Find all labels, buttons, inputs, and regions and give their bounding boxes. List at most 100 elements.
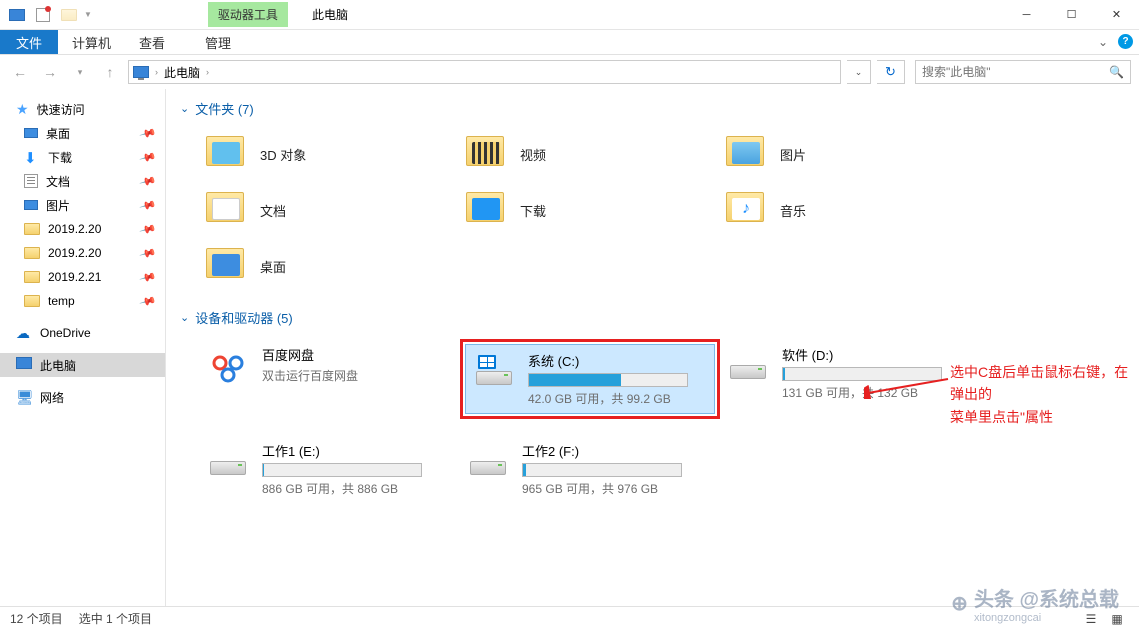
- drive-e-work1[interactable]: 工作1 (E:) 886 GB 可用，共 886 GB: [200, 435, 460, 503]
- pictures-icon: [24, 200, 38, 210]
- group-title: 设备和驱动器 (5): [195, 308, 293, 327]
- pin-icon: 📌: [139, 244, 157, 262]
- chevron-down-icon: ⌄: [180, 102, 189, 115]
- pin-icon: 📌: [139, 124, 157, 142]
- sidebar-documents[interactable]: 文档📌: [0, 169, 165, 193]
- refresh-button[interactable]: ↻: [877, 60, 905, 84]
- drive-usage-bar: [262, 463, 422, 477]
- drive-icon: [466, 443, 510, 479]
- drive-c-system[interactable]: 系统 (C:) 42.0 GB 可用，共 99.2 GB: [465, 344, 715, 414]
- sidebar-label: 快速访问: [37, 101, 85, 118]
- window-controls: ─ ☐ ✕: [1004, 0, 1139, 30]
- recent-dropdown-icon[interactable]: ▾: [68, 60, 92, 84]
- address-bar[interactable]: › 此电脑 ›: [128, 60, 841, 84]
- tab-computer[interactable]: 计算机: [58, 30, 125, 54]
- breadcrumb-this-pc[interactable]: 此电脑: [164, 64, 200, 81]
- drive-f-work2[interactable]: 工作2 (F:) 965 GB 可用，共 976 GB: [460, 435, 720, 503]
- sidebar-label: 此电脑: [40, 357, 76, 374]
- drive-subtitle: 双击运行百度网盘: [262, 367, 454, 384]
- properties-icon[interactable]: [32, 4, 54, 26]
- folder-icon: [724, 134, 768, 174]
- drive-name: 百度网盘: [262, 345, 454, 364]
- main-area: ★ 快速访问 桌面📌 ⬇下载📌 文档📌 图片📌 2019.2.20📌 2019.…: [0, 89, 1139, 609]
- sidebar-onedrive[interactable]: ☁OneDrive: [0, 321, 165, 345]
- watermark-logo-icon: ⊕: [951, 591, 968, 616]
- annotation-line: 菜单里点击"属性: [950, 406, 1139, 428]
- folder-icon: [464, 134, 508, 174]
- group-header-folders[interactable]: ⌄ 文件夹 (7): [180, 99, 1125, 118]
- window-title: 此电脑: [312, 6, 348, 23]
- sidebar-quick-access[interactable]: ★ 快速访问: [0, 97, 165, 121]
- sidebar-label: 下载: [48, 149, 72, 166]
- group-header-drives[interactable]: ⌄ 设备和驱动器 (5): [180, 308, 1125, 327]
- sidebar-network[interactable]: 🖥网络: [0, 385, 165, 409]
- sidebar-folder[interactable]: temp📌: [0, 289, 165, 313]
- pc-icon: [16, 357, 32, 373]
- sidebar-this-pc[interactable]: 此电脑: [0, 353, 165, 377]
- forward-button[interactable]: →: [38, 60, 62, 84]
- help-icon[interactable]: ?: [1118, 34, 1133, 49]
- drive-usage-bar: [528, 373, 688, 387]
- folder-downloads[interactable]: 下载: [460, 186, 720, 234]
- tab-view[interactable]: 查看: [125, 30, 179, 54]
- sidebar-folder[interactable]: 2019.2.20📌: [0, 217, 165, 241]
- back-button[interactable]: ←: [8, 60, 32, 84]
- drive-icon: [206, 443, 250, 479]
- folder-label: 桌面: [260, 257, 286, 276]
- qat-dropdown-icon[interactable]: ▼: [84, 10, 92, 19]
- new-folder-icon[interactable]: [58, 4, 80, 26]
- drive-icon: [472, 353, 516, 389]
- pin-icon: 📌: [139, 292, 157, 310]
- up-button[interactable]: ↑: [98, 60, 122, 84]
- folder-icon: [204, 134, 248, 174]
- folder-music[interactable]: ♪音乐: [720, 186, 980, 234]
- folder-label: 图片: [780, 145, 806, 164]
- folder-desktop[interactable]: 桌面: [200, 242, 460, 290]
- drive-usage-bar: [522, 463, 682, 477]
- folder-documents[interactable]: 文档: [200, 186, 460, 234]
- tab-manage[interactable]: 管理: [187, 30, 249, 54]
- pc-icon: [133, 66, 149, 78]
- title-bar: ▼ 驱动器工具 此电脑 ─ ☐ ✕: [0, 0, 1139, 30]
- drive-baidu[interactable]: 百度网盘 双击运行百度网盘: [200, 339, 460, 419]
- annotation-text: 选中C盘后单击鼠标右键，在弹出的 菜单里点击"属性: [950, 361, 1139, 428]
- sidebar-folder[interactable]: 2019.2.20📌: [0, 241, 165, 265]
- folder-grid: 3D 对象 视频 图片 文档 下载 ♪音乐 桌面: [200, 130, 1125, 290]
- folder-icon: [24, 295, 40, 307]
- sidebar-folder[interactable]: 2019.2.21 📌: [0, 265, 165, 289]
- file-tab[interactable]: 文件: [0, 30, 58, 54]
- sidebar-label: 桌面: [46, 125, 70, 142]
- search-box[interactable]: 🔍: [915, 60, 1131, 84]
- expand-ribbon-icon[interactable]: ⌄: [1098, 35, 1108, 49]
- ribbon-tabs: 文件 计算机 查看 管理 ⌄ ?: [0, 30, 1139, 55]
- maximize-button[interactable]: ☐: [1049, 0, 1094, 30]
- address-dropdown-icon[interactable]: ⌄: [847, 60, 871, 84]
- search-input[interactable]: [922, 65, 1103, 79]
- folder-icon: [204, 246, 248, 286]
- close-button[interactable]: ✕: [1094, 0, 1139, 30]
- folder-videos[interactable]: 视频: [460, 130, 720, 178]
- pin-icon: 📌: [139, 196, 157, 214]
- folder-3d-objects[interactable]: 3D 对象: [200, 130, 460, 178]
- quick-access-toolbar: ▼: [0, 4, 98, 26]
- status-item-count: 12 个项目: [10, 610, 63, 627]
- pin-icon: 📌: [139, 148, 157, 166]
- minimize-button[interactable]: ─: [1004, 0, 1049, 30]
- pin-icon: 📌: [139, 268, 157, 286]
- drive-name: 系统 (C:): [528, 351, 708, 370]
- sidebar-downloads[interactable]: ⬇下载📌: [0, 145, 165, 169]
- watermark-sub: xitongzongcai: [974, 612, 1119, 624]
- folder-pictures[interactable]: 图片: [720, 130, 980, 178]
- annotation-highlight-box: 系统 (C:) 42.0 GB 可用，共 99.2 GB: [460, 339, 720, 419]
- search-icon[interactable]: 🔍: [1109, 65, 1124, 79]
- context-tab-drive-tools[interactable]: 驱动器工具: [208, 2, 288, 27]
- onedrive-icon: ☁: [16, 325, 32, 341]
- drive-icon: [726, 347, 770, 383]
- sidebar-desktop[interactable]: 桌面 📌: [0, 121, 165, 145]
- sidebar-label: 2019.2.21: [48, 270, 101, 284]
- pin-icon: 📌: [139, 220, 157, 238]
- sidebar-pictures[interactable]: 图片📌: [0, 193, 165, 217]
- star-icon: ★: [16, 101, 29, 118]
- folder-icon: [204, 190, 248, 230]
- pc-app-icon[interactable]: [6, 4, 28, 26]
